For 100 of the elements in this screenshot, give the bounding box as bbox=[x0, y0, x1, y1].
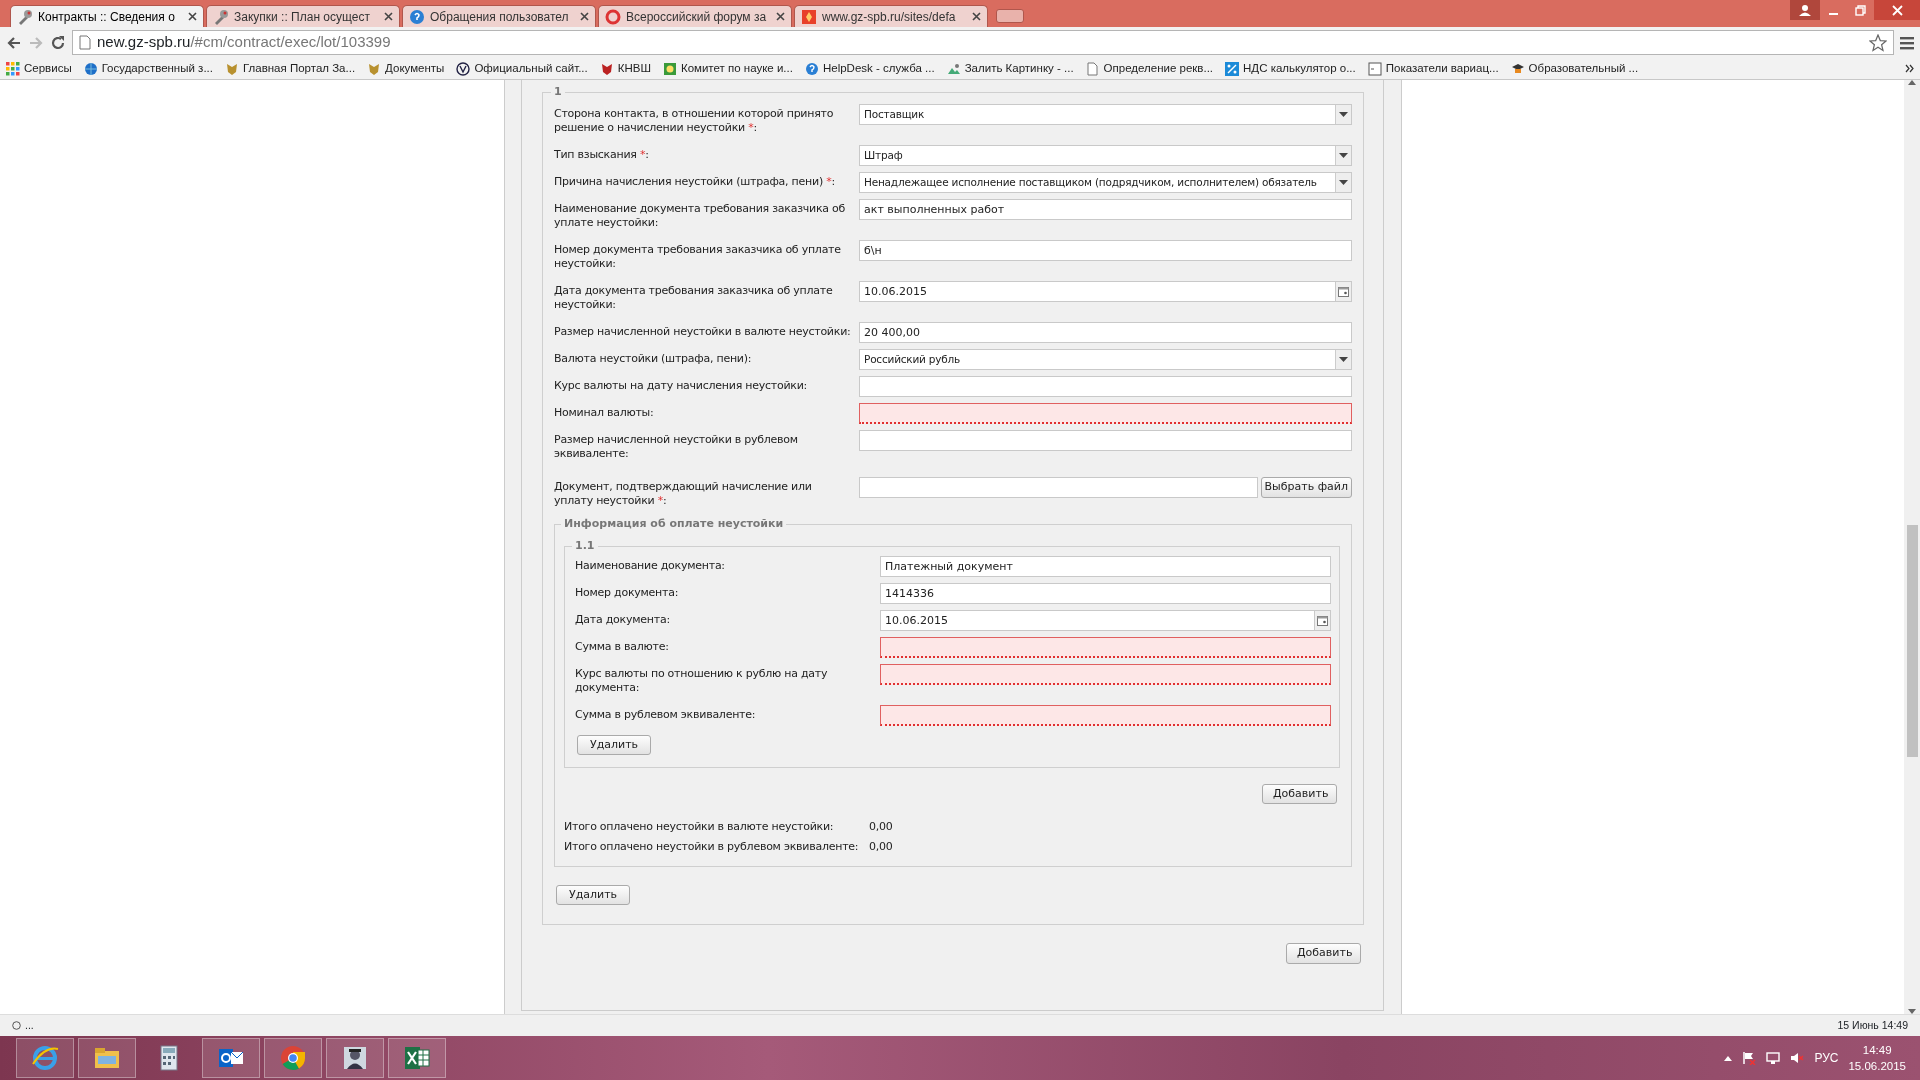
calendar-button[interactable] bbox=[1315, 610, 1331, 631]
close-icon[interactable] bbox=[188, 12, 197, 21]
section-number: 1 bbox=[553, 86, 563, 98]
calendar-button[interactable] bbox=[1336, 281, 1352, 302]
flag-icon[interactable] bbox=[1742, 1051, 1757, 1065]
text-field[interactable] bbox=[880, 637, 1331, 658]
text-field[interactable] bbox=[880, 705, 1331, 726]
emblem-icon bbox=[801, 8, 817, 25]
field-label: Сумма в валюте: bbox=[575, 639, 670, 655]
chrome-icon[interactable] bbox=[279, 1044, 307, 1072]
network-icon[interactable] bbox=[1766, 1051, 1781, 1065]
delete-button[interactable]: Удалить bbox=[556, 885, 630, 905]
field-label: Номер документа требования заказчика об уплате неустойки: bbox=[554, 242, 842, 272]
browser-icon[interactable] bbox=[31, 1044, 59, 1072]
bookmark-link[interactable]: Официальный сайт... bbox=[474, 59, 588, 78]
field-label: Курс валюты по отношению к рублю на дату документа: bbox=[575, 666, 829, 696]
user-icon[interactable] bbox=[1799, 4, 1811, 16]
bookmark-link[interactable]: Образовательный ... bbox=[1528, 59, 1639, 78]
chevron-icon[interactable] bbox=[1905, 64, 1914, 73]
calendar-icon bbox=[1338, 286, 1349, 297]
speaker-muted-icon[interactable] bbox=[1790, 1051, 1805, 1065]
dropdown-arrow-icon bbox=[1339, 179, 1348, 186]
apps-icon bbox=[6, 61, 20, 76]
bookmark-link[interactable]: Залить Картинку - ... bbox=[964, 59, 1074, 78]
date-field[interactable]: 10.06.2015 bbox=[859, 281, 1336, 302]
language-indicator[interactable]: РУС bbox=[1814, 1049, 1839, 1067]
leaf-icon bbox=[662, 61, 677, 76]
crest-icon bbox=[367, 61, 382, 76]
close-icon[interactable] bbox=[580, 12, 589, 21]
bookmark-link[interactable]: Сервисы bbox=[24, 59, 72, 78]
calendar-icon bbox=[1317, 615, 1328, 626]
choose-file-button[interactable]: Выбрать файл bbox=[1260, 477, 1352, 498]
bookmark-link[interactable]: Комитет по науке и... bbox=[680, 59, 793, 78]
new-tab-button[interactable] bbox=[996, 9, 1024, 23]
caret-up-icon[interactable] bbox=[1724, 1055, 1733, 1061]
text-field[interactable] bbox=[880, 664, 1331, 685]
page-icon bbox=[1367, 61, 1382, 76]
browser-tab[interactable]: Обращения пользовател bbox=[402, 5, 596, 27]
menu-icon[interactable] bbox=[1900, 35, 1914, 50]
text-field[interactable]: 20 400,00 bbox=[859, 322, 1352, 343]
bookmark-link[interactable]: КНВШ bbox=[617, 59, 651, 78]
bookmark-link[interactable]: Документы bbox=[385, 59, 445, 78]
text-field[interactable]: 1414336 bbox=[880, 583, 1331, 604]
text-field[interactable]: б\н bbox=[859, 240, 1352, 261]
help-icon bbox=[409, 8, 425, 25]
reload-icon[interactable] bbox=[50, 34, 66, 51]
dropdown-arrow-icon bbox=[1339, 152, 1348, 159]
field-label: Номер документа: bbox=[575, 585, 680, 601]
total-value: 0,00 bbox=[869, 820, 893, 834]
page-icon bbox=[1085, 61, 1100, 76]
section-number: 1.1 bbox=[574, 540, 596, 552]
total-label: Итого оплачено неустойки в рублевом эквиваленте: bbox=[564, 840, 860, 854]
field-label: Наименование документа требования заказчика об уплате неустойки: bbox=[554, 201, 847, 231]
figure-icon[interactable] bbox=[341, 1044, 369, 1072]
text-field[interactable]: акт выполненных работ bbox=[859, 199, 1352, 220]
text-field[interactable] bbox=[859, 376, 1352, 397]
bookmark-link[interactable]: Показатели вариац... bbox=[1385, 59, 1499, 78]
browser-tab[interactable]: www.gz-spb.ru/sites/defa bbox=[794, 5, 988, 27]
dropdown[interactable]: Штраф bbox=[859, 145, 1352, 166]
help-icon bbox=[804, 61, 819, 76]
bookmark-link[interactable]: Определение рекв... bbox=[1103, 59, 1214, 78]
dropdown-arrow-icon bbox=[1339, 356, 1348, 363]
bookmark-link[interactable]: HelpDesk - служба ... bbox=[822, 59, 935, 78]
total-label: Итого оплачено неустойки в валюте неустойки: bbox=[564, 820, 835, 834]
back-icon[interactable] bbox=[6, 34, 22, 51]
bookmark-link[interactable]: Главная Портал За... bbox=[242, 59, 356, 78]
close-icon[interactable] bbox=[972, 12, 981, 21]
dropdown[interactable]: Российский рубль bbox=[859, 349, 1352, 370]
cap-icon bbox=[1510, 61, 1525, 76]
field-label: Дата документа требования заказчика об уплате неустойки: bbox=[554, 283, 834, 313]
url-text[interactable]: new.gz-spb.ru/#cm/contract/exec/lot/103399 bbox=[97, 31, 391, 54]
restore-icon[interactable] bbox=[1855, 4, 1866, 16]
dropdown[interactable]: Ненадлежащее исполнение поставщиком (подрядчиком, исполнителем) обязатель bbox=[859, 172, 1352, 193]
scroll-thumb[interactable] bbox=[1906, 525, 1918, 757]
field-label: Валюта неустойки (штрафа, пени): bbox=[554, 351, 753, 367]
spreadsheet-icon[interactable] bbox=[403, 1044, 431, 1072]
file-path-field[interactable] bbox=[859, 477, 1258, 498]
star-icon[interactable] bbox=[1869, 33, 1887, 52]
browser-tab[interactable]: Закупки :: План осущест bbox=[206, 5, 400, 27]
add-button[interactable]: Добавить bbox=[1262, 784, 1337, 804]
clock[interactable]: 14:49 15.06.2015 bbox=[1848, 1042, 1906, 1074]
delete-button[interactable]: Удалить bbox=[577, 735, 651, 755]
browser-tab[interactable]: Всероссийский форум за bbox=[598, 5, 792, 27]
dropdown[interactable]: Поставщик bbox=[859, 104, 1352, 125]
text-field[interactable] bbox=[859, 403, 1352, 424]
browser-tab[interactable]: Контракты :: Сведения о bbox=[10, 5, 204, 27]
text-field[interactable]: Платежный документ bbox=[880, 556, 1331, 577]
close-icon[interactable] bbox=[776, 12, 785, 21]
crest-icon bbox=[224, 61, 239, 76]
date-field[interactable]: 10.06.2015 bbox=[880, 610, 1315, 631]
close-icon[interactable] bbox=[384, 12, 393, 21]
add-button[interactable]: Добавить bbox=[1286, 943, 1361, 964]
scrollbar[interactable] bbox=[1904, 80, 1920, 1014]
total-value: 0,00 bbox=[869, 840, 893, 854]
bookmark-link[interactable]: НДС калькулятор о... bbox=[1243, 59, 1356, 78]
text-field[interactable] bbox=[859, 430, 1352, 451]
field-label: Номинал валюты: bbox=[554, 405, 655, 421]
address-bar[interactable]: new.gz-spb.ru/#cm/contract/exec/lot/103399 bbox=[72, 30, 1894, 55]
bookmark-link[interactable]: Государственный з... bbox=[101, 59, 213, 78]
dropdown-arrow-icon bbox=[1339, 111, 1348, 118]
